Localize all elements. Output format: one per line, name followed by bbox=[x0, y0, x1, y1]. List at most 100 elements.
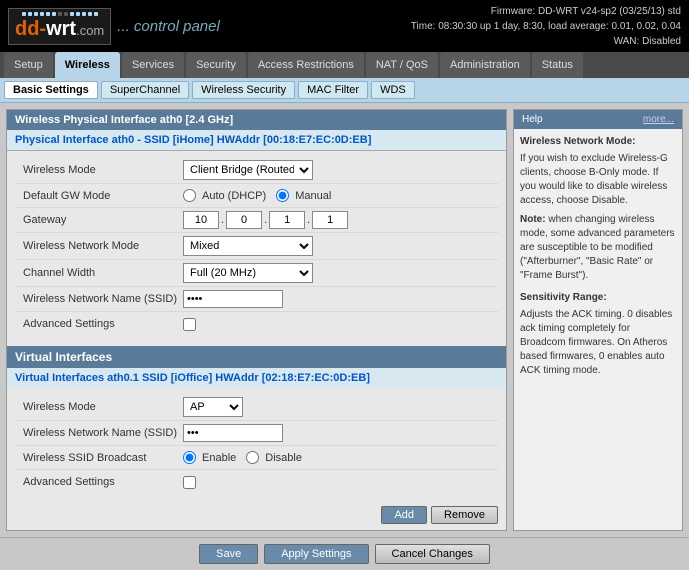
help-more-link[interactable]: more... bbox=[643, 114, 674, 125]
logo-dd: dd- bbox=[15, 18, 46, 41]
control-virt-ssid bbox=[183, 424, 490, 442]
nav-wireless[interactable]: Wireless bbox=[55, 52, 120, 78]
control-wireless-network-mode: Mixed B-Only G-Only Disable bbox=[183, 236, 490, 256]
nav-setup[interactable]: Setup bbox=[4, 52, 53, 78]
help-wnm-label: Wireless Network Mode: bbox=[520, 136, 636, 147]
virtual-interface-title: Virtual Interfaces ath0.1 SSID [iOffice]… bbox=[7, 368, 506, 388]
ip-sep-3: . bbox=[307, 214, 310, 226]
nav-nat-qos[interactable]: NAT / QoS bbox=[366, 52, 438, 78]
help-header: Help more... bbox=[514, 110, 682, 129]
row-channel-width: Channel Width Full (20 MHz) Half (10 MHz… bbox=[15, 260, 498, 287]
subnav-basic-settings[interactable]: Basic Settings bbox=[4, 81, 98, 99]
radio-enable-broadcast[interactable] bbox=[183, 451, 196, 464]
label-advanced-settings: Advanced Settings bbox=[23, 318, 183, 330]
main-nav: Setup Wireless Services Security Access … bbox=[0, 52, 689, 78]
control-channel-width: Full (20 MHz) Half (10 MHz) Quarter (5 M… bbox=[183, 263, 490, 283]
label-wireless-network-mode: Wireless Network Mode bbox=[23, 240, 183, 252]
radio-auto-dhcp[interactable] bbox=[183, 189, 196, 202]
header: dd-wrt.com ... control panel Firmware: D… bbox=[0, 0, 689, 52]
label-channel-width: Channel Width bbox=[23, 267, 183, 279]
content: Wireless Physical Interface ath0 [2.4 GH… bbox=[0, 103, 689, 537]
help-panel: Help more... Wireless Network Mode: If y… bbox=[513, 109, 683, 531]
virtual-interface-form: Wireless Mode AP Client Wireless Network… bbox=[7, 388, 506, 500]
virtual-section-header: Virtual Interfaces bbox=[7, 346, 506, 368]
select-channel-width[interactable]: Full (20 MHz) Half (10 MHz) Quarter (5 M… bbox=[183, 263, 313, 283]
physical-interface-form: Wireless Mode Client Bridge (Routed) AP … bbox=[7, 151, 506, 342]
label-ssid: Wireless Network Name (SSID) bbox=[23, 293, 183, 305]
help-note-label: Note: bbox=[520, 214, 546, 225]
subnav-mac-filter[interactable]: MAC Filter bbox=[298, 81, 368, 99]
bottom-buttons: Save Apply Settings Cancel Changes bbox=[0, 537, 689, 570]
control-ssid bbox=[183, 290, 490, 308]
label-default-gw-mode: Default GW Mode bbox=[23, 190, 183, 202]
virtual-interfaces-section: Virtual Interfaces Virtual Interfaces at… bbox=[7, 346, 506, 530]
physical-interface-title: Physical Interface ath0 - SSID [iHome] H… bbox=[7, 130, 506, 151]
firmware-info: Firmware: DD-WRT v24-sp2 (03/25/13) std … bbox=[411, 4, 681, 49]
subnav-wireless-security[interactable]: Wireless Security bbox=[192, 81, 295, 99]
input-virt-ssid[interactable] bbox=[183, 424, 283, 442]
radio-label-enable: Enable bbox=[202, 452, 236, 464]
logo-dots bbox=[22, 12, 98, 16]
select-virt-wireless-mode[interactable]: AP Client bbox=[183, 397, 243, 417]
checkbox-virt-advanced-settings[interactable] bbox=[183, 476, 196, 489]
row-ssid: Wireless Network Name (SSID) bbox=[15, 287, 498, 312]
help-wnm-text: If you wish to exclude Wireless-G client… bbox=[520, 152, 676, 208]
save-button[interactable]: Save bbox=[199, 544, 258, 564]
remove-button[interactable]: Remove bbox=[431, 506, 498, 524]
logo-box: dd-wrt.com bbox=[8, 8, 111, 45]
ip-octet-4[interactable] bbox=[312, 211, 348, 229]
checkbox-advanced-settings[interactable] bbox=[183, 318, 196, 331]
control-virt-ssid-broadcast: Enable Disable bbox=[183, 451, 490, 464]
ip-sep-2: . bbox=[264, 214, 267, 226]
control-default-gw-mode: Auto (DHCP) Manual bbox=[183, 189, 490, 202]
label-virt-ssid-broadcast: Wireless SSID Broadcast bbox=[23, 452, 183, 464]
control-gateway: . . . bbox=[183, 211, 490, 229]
row-virt-advanced-settings: Advanced Settings bbox=[15, 470, 498, 494]
logo-com: .com bbox=[76, 23, 104, 38]
input-ssid[interactable] bbox=[183, 290, 283, 308]
radio-label-manual: Manual bbox=[295, 190, 331, 202]
control-wireless-mode: Client Bridge (Routed) AP Client bbox=[183, 160, 490, 180]
nav-security[interactable]: Security bbox=[186, 52, 246, 78]
nav-status[interactable]: Status bbox=[532, 52, 583, 78]
nav-services[interactable]: Services bbox=[122, 52, 184, 78]
main-panel: Wireless Physical Interface ath0 [2.4 GH… bbox=[6, 109, 507, 531]
control-virt-wireless-mode: AP Client bbox=[183, 397, 490, 417]
subnav-wds[interactable]: WDS bbox=[371, 81, 415, 99]
select-wireless-network-mode[interactable]: Mixed B-Only G-Only Disable bbox=[183, 236, 313, 256]
ip-octet-1[interactable] bbox=[183, 211, 219, 229]
label-gateway: Gateway bbox=[23, 214, 183, 226]
row-wireless-network-mode: Wireless Network Mode Mixed B-Only G-Onl… bbox=[15, 233, 498, 260]
row-virt-ssid: Wireless Network Name (SSID) bbox=[15, 421, 498, 446]
ip-octet-2[interactable] bbox=[226, 211, 262, 229]
nav-administration[interactable]: Administration bbox=[440, 52, 530, 78]
radio-label-auto: Auto (DHCP) bbox=[202, 190, 266, 202]
help-sensitivity-label: Sensitivity Range: bbox=[520, 292, 607, 303]
cancel-changes-button[interactable]: Cancel Changes bbox=[375, 544, 490, 564]
control-panel-label: ... control panel bbox=[117, 18, 220, 35]
add-button[interactable]: Add bbox=[381, 506, 427, 524]
radio-disable-broadcast[interactable] bbox=[246, 451, 259, 464]
apply-settings-button[interactable]: Apply Settings bbox=[264, 544, 368, 564]
label-virt-wireless-mode: Wireless Mode bbox=[23, 401, 183, 413]
label-virt-advanced-settings: Advanced Settings bbox=[23, 476, 183, 488]
radio-manual[interactable] bbox=[276, 189, 289, 202]
logo-wrt: wrt bbox=[46, 18, 76, 41]
ip-octet-3[interactable] bbox=[269, 211, 305, 229]
select-wireless-mode[interactable]: Client Bridge (Routed) AP Client bbox=[183, 160, 313, 180]
ip-field: . . . bbox=[183, 211, 348, 229]
help-sensitivity-text: Adjusts the ACK timing. 0 disables ack t… bbox=[520, 308, 676, 378]
row-virt-ssid-broadcast: Wireless SSID Broadcast Enable Disable bbox=[15, 446, 498, 470]
control-advanced-settings bbox=[183, 318, 490, 331]
logo-area: dd-wrt.com ... control panel bbox=[8, 8, 220, 45]
row-advanced-settings: Advanced Settings bbox=[15, 312, 498, 336]
label-virt-ssid: Wireless Network Name (SSID) bbox=[23, 427, 183, 439]
help-body: Wireless Network Mode: If you wish to ex… bbox=[514, 129, 682, 384]
row-virt-wireless-mode: Wireless Mode AP Client bbox=[15, 394, 498, 421]
nav-access-restrictions[interactable]: Access Restrictions bbox=[248, 52, 364, 78]
add-remove-row: Add Remove bbox=[7, 500, 506, 530]
subnav-superchannel[interactable]: SuperChannel bbox=[101, 81, 189, 99]
sub-nav: Basic Settings SuperChannel Wireless Sec… bbox=[0, 78, 689, 103]
label-wireless-mode: Wireless Mode bbox=[23, 164, 183, 176]
radio-label-disable: Disable bbox=[265, 452, 302, 464]
